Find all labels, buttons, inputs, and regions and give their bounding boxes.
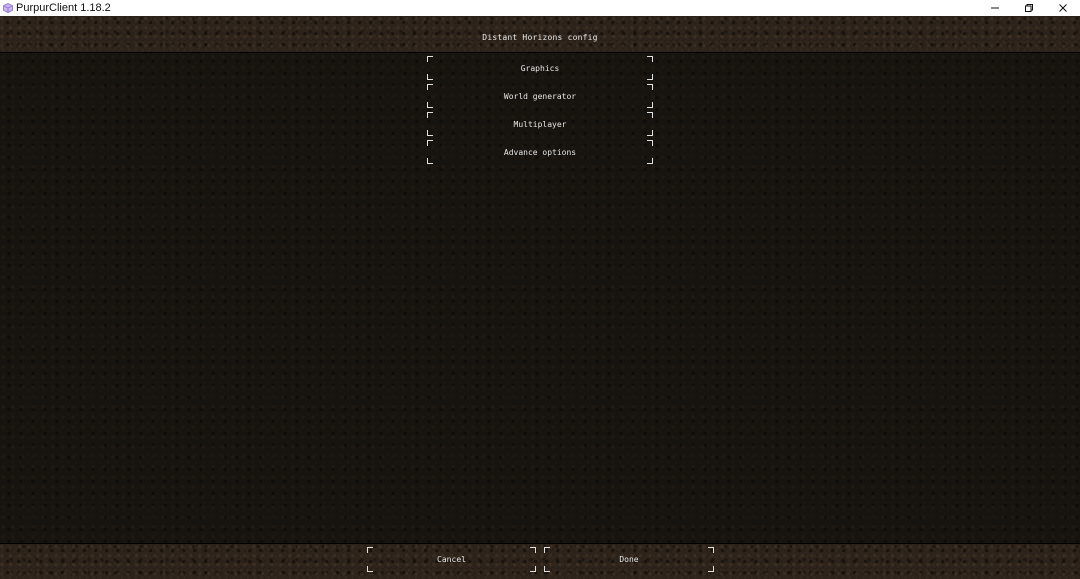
- button-corner: [647, 74, 653, 80]
- button-corner: [544, 566, 550, 572]
- button-corner: [647, 130, 653, 136]
- minimize-icon: [990, 3, 1000, 13]
- screen-title: Distant Horizons config: [482, 33, 598, 42]
- close-button[interactable]: [1046, 0, 1080, 16]
- button-corner: [708, 547, 714, 553]
- window-title: PurpurClient 1.18.2: [16, 2, 111, 14]
- restore-icon: [1024, 3, 1034, 13]
- button-corner: [530, 566, 536, 572]
- close-icon: [1058, 3, 1068, 13]
- minecraft-window: PurpurClient 1.18.2 Distant Horizons con…: [0, 0, 1080, 579]
- button-corner: [427, 84, 433, 90]
- button-corner: [427, 140, 433, 146]
- button-corner: [530, 547, 536, 553]
- multiplayer-button-label: Multiplayer: [513, 119, 567, 129]
- button-corner: [544, 547, 550, 553]
- button-corner: [427, 158, 433, 164]
- advance-options-button[interactable]: Advance options: [427, 140, 653, 164]
- purpur-cube-icon: [3, 3, 13, 13]
- button-corner: [427, 130, 433, 136]
- button-corner: [647, 56, 653, 62]
- done-button[interactable]: Done: [544, 547, 714, 572]
- footer-panel: [0, 543, 1080, 579]
- cancel-button-label: Cancel: [437, 555, 466, 564]
- button-corner: [427, 102, 433, 108]
- done-button-label: Done: [619, 555, 639, 564]
- graphics-button[interactable]: Graphics: [427, 56, 653, 80]
- advance-options-button-label: Advance options: [503, 147, 577, 157]
- button-corner: [427, 112, 433, 118]
- button-corner: [647, 112, 653, 118]
- button-corner: [367, 547, 373, 553]
- window-controls: [978, 0, 1080, 16]
- button-corner: [367, 566, 373, 572]
- world-generator-button[interactable]: World generator: [427, 84, 653, 108]
- cancel-button[interactable]: Cancel: [367, 547, 536, 572]
- button-corner: [647, 84, 653, 90]
- restore-button[interactable]: [1012, 0, 1046, 16]
- minimize-button[interactable]: [978, 0, 1012, 16]
- title-bar[interactable]: PurpurClient 1.18.2: [0, 0, 1080, 16]
- button-corner: [647, 158, 653, 164]
- button-corner: [647, 140, 653, 146]
- button-corner: [647, 102, 653, 108]
- button-corner: [427, 74, 433, 80]
- graphics-button-label: Graphics: [520, 63, 560, 73]
- world-generator-button-label: World generator: [503, 91, 577, 101]
- multiplayer-button[interactable]: Multiplayer: [427, 112, 653, 136]
- button-corner: [708, 566, 714, 572]
- button-corner: [427, 56, 433, 62]
